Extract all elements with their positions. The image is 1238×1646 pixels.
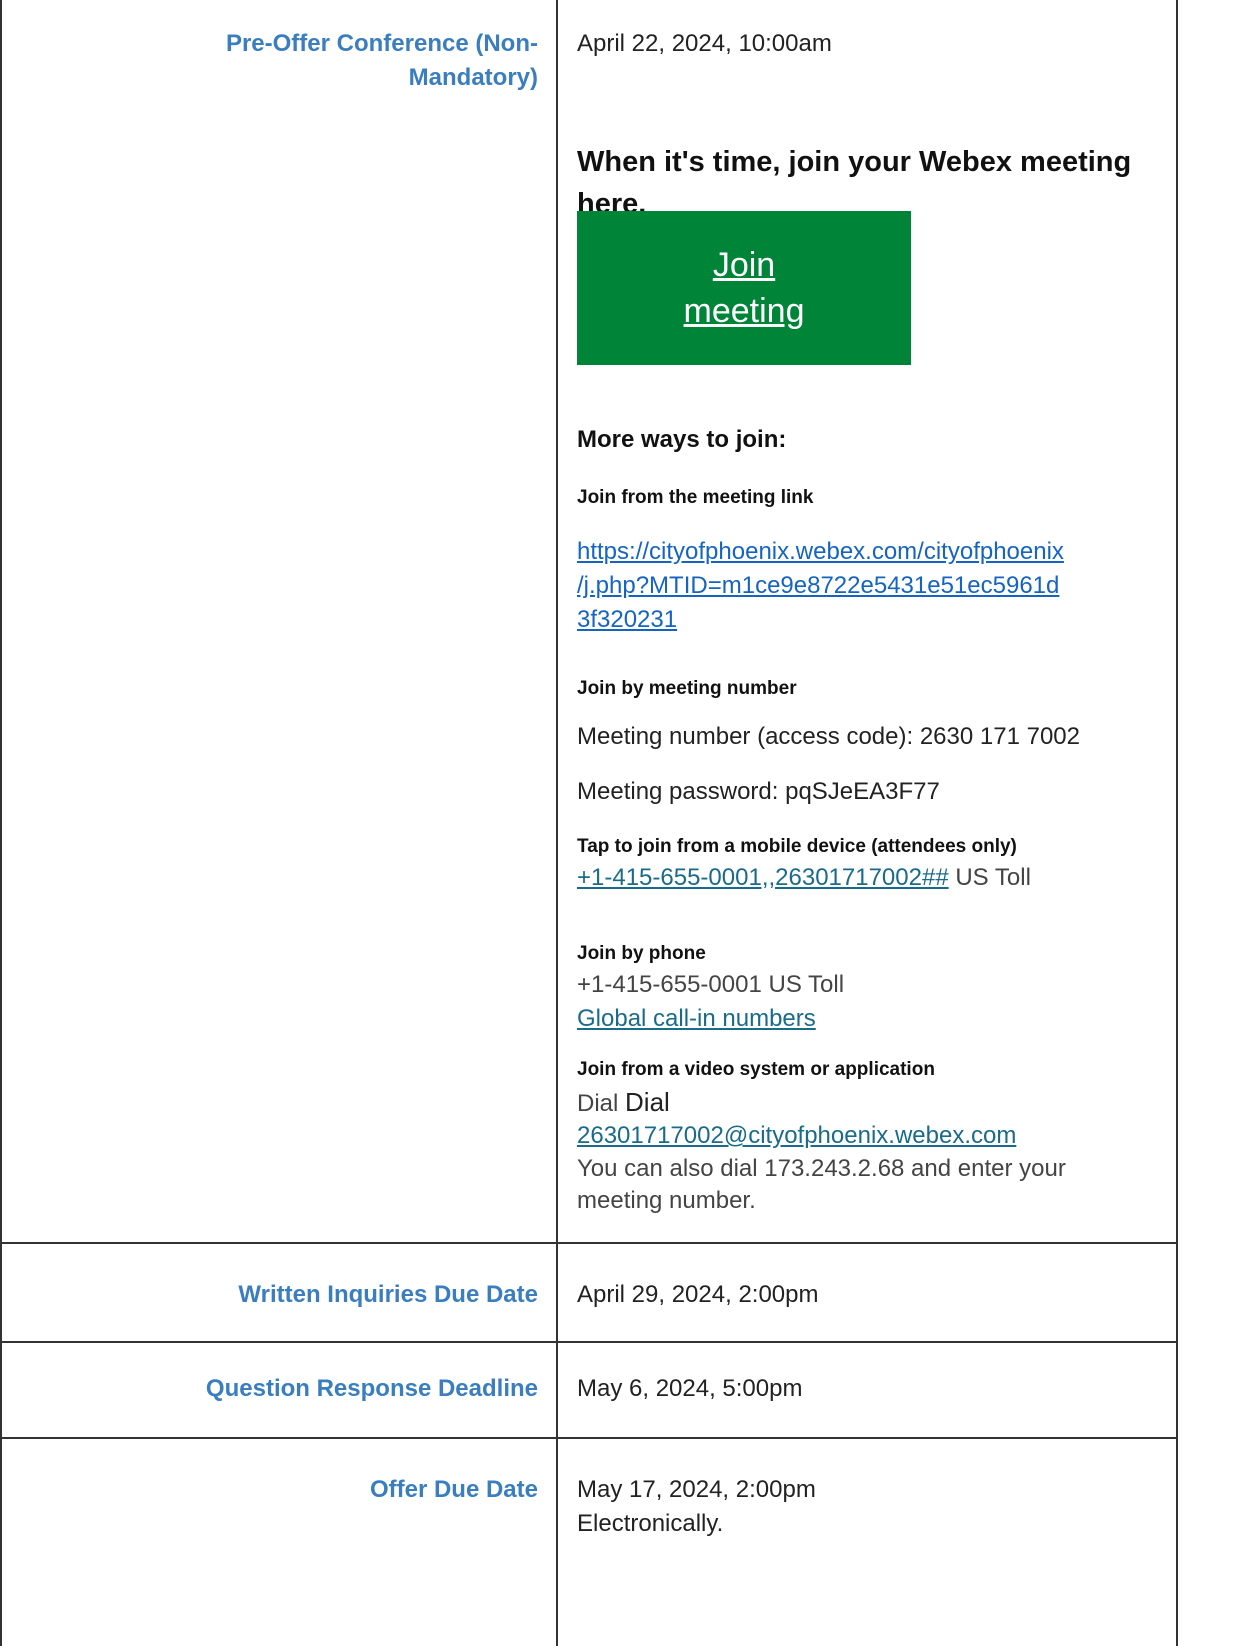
offer-due-date: May 17, 2024, 2:00pm Electronically.	[577, 1473, 1167, 1541]
offer-method-line: Electronically.	[577, 1510, 724, 1537]
video-heading: Join from a video system or application	[577, 1059, 935, 1080]
row-divider	[0, 1242, 1178, 1244]
row-label-question-response: Question Response Deadline	[205, 1375, 538, 1402]
video-address-line: 26301717002@cityofphoenix.webex.com	[577, 1121, 1167, 1151]
link-line[interactable]: https://cityofphoenix.webex.com/cityofph…	[577, 535, 1167, 569]
link-line[interactable]: /j.php?MTID=m1ce9e8722e5431e51ec5961d	[577, 569, 1167, 603]
label-line: Pre-Offer Conference (Non-	[225, 30, 538, 57]
row-label-pre-offer-conference: Pre-Offer Conference (Non- Mandatory)	[0, 27, 538, 95]
phone-number: +1-415-655-0001 US Toll	[577, 971, 845, 998]
mobile-join-link[interactable]: +1-415-655-0001,,26301717002##	[577, 864, 949, 891]
table-right-border	[1176, 0, 1178, 1646]
phone-heading: Join by phone	[577, 943, 706, 964]
label-line: Mandatory)	[408, 64, 538, 91]
schedule-table: Pre-Offer Conference (Non- Mandatory) Ap…	[0, 0, 1178, 1646]
meeting-number: Meeting number (access code): 2630 171 7…	[577, 723, 1080, 750]
link-heading: Join from the meeting link	[577, 487, 814, 508]
note-line: You can also dial 173.243.2.68 and enter…	[577, 1155, 1066, 1182]
heading-line: When it's time, join your Webex meeting	[577, 146, 1132, 178]
more-ways-heading: More ways to join:	[577, 426, 787, 453]
written-inquiries-date: April 29, 2024, 2:00pm	[577, 1281, 819, 1308]
meeting-link[interactable]: https://cityofphoenix.webex.com/cityofph…	[577, 535, 1167, 637]
video-address-link[interactable]: 26301717002@cityofphoenix.webex.com	[577, 1122, 1016, 1149]
offer-date-line: May 17, 2024, 2:00pm	[577, 1476, 816, 1503]
number-heading: Join by meeting number	[577, 678, 797, 699]
row-label-written-inquiries: Written Inquiries Due Date	[238, 1281, 538, 1308]
dial-line: Dial Dial	[577, 1087, 1167, 1119]
join-label: meeting	[683, 292, 805, 330]
join-label: Join	[712, 246, 776, 284]
conference-date: April 22, 2024, 10:00am	[577, 30, 832, 57]
join-meeting-button[interactable]: Join meeting	[577, 211, 911, 365]
mobile-suffix: US Toll	[948, 864, 1031, 891]
dial-prefix: Dial	[577, 1090, 626, 1117]
link-line[interactable]: 3f320231	[577, 603, 1167, 637]
mobile-join-line: +1-415-655-0001,,26301717002## US Toll	[577, 863, 1167, 893]
mobile-heading: Tap to join from a mobile device (attend…	[577, 836, 1017, 857]
video-note: You can also dial 173.243.2.68 and enter…	[577, 1153, 1167, 1217]
note-line: meeting number.	[577, 1187, 756, 1214]
dial-prefix: Dial	[625, 1087, 670, 1117]
meeting-password: Meeting password: pqSJeEA3F77	[577, 778, 940, 805]
column-divider	[556, 0, 558, 1646]
row-divider	[0, 1341, 1178, 1343]
row-divider	[0, 1437, 1178, 1439]
join-meeting-link[interactable]: Join meeting	[644, 242, 844, 334]
question-response-date: May 6, 2024, 5:00pm	[577, 1375, 803, 1402]
global-call-in-link[interactable]: Global call-in numbers	[577, 1005, 816, 1032]
row-label-offer-due: Offer Due Date	[369, 1476, 538, 1503]
global-call-in-line: Global call-in numbers	[577, 1004, 1167, 1034]
